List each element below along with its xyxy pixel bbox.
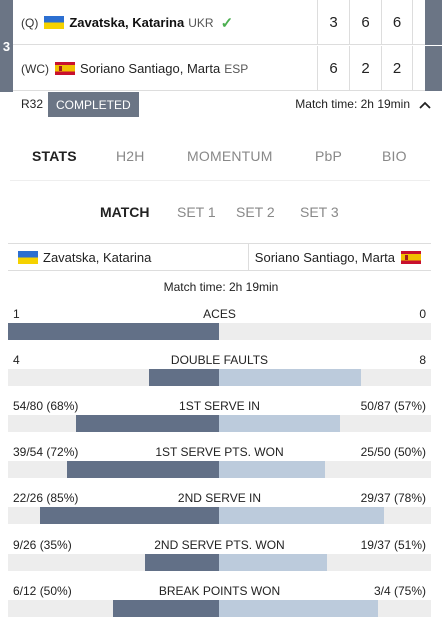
round-code: R32 (21, 97, 44, 111)
player-1-set-1: 3 (317, 0, 349, 45)
stat-row: 9/26 (35%) 2ND SERVE PTS. WON 19/37 (51%) (8, 538, 431, 578)
stat-bar-track (8, 554, 431, 571)
stat-bar-left (8, 323, 219, 340)
stat-right-value: 8 (419, 353, 426, 367)
status-badge: COMPLETED (48, 92, 139, 117)
stat-right-value: 19/37 (51%) (360, 538, 426, 552)
spain-flag-icon (54, 62, 75, 75)
stat-bar-right (219, 369, 361, 386)
player-2-scores: 6 2 2 (317, 46, 413, 91)
stat-bar-track (8, 507, 431, 524)
stat-bar-track (8, 369, 431, 386)
tab-h2h[interactable]: H2H (116, 148, 145, 164)
stat-row: 1 ACES 0 (8, 307, 431, 347)
tab-set-1[interactable]: SET 1 (177, 204, 216, 220)
ukraine-flag-icon (18, 250, 38, 264)
stat-right-value: 29/37 (78%) (360, 491, 426, 505)
spain-flag-icon (401, 250, 421, 264)
match-time: Match time: 2h 19min (295, 97, 410, 111)
tab-pbp[interactable]: PbP (315, 148, 342, 164)
stat-label: DOUBLE FAULTS (170, 353, 269, 367)
stat-bar-right (219, 600, 378, 617)
stat-row: 54/80 (68%) 1ST SERVE IN 50/87 (57%) (8, 399, 431, 439)
left-player-name: Zavatska, Katarina (43, 249, 152, 265)
stat-row: 4 DOUBLE FAULTS 8 (8, 353, 431, 393)
tab-stats[interactable]: STATS (32, 148, 77, 164)
player-1-set-3: 6 (381, 0, 413, 45)
stat-bar-right (219, 461, 325, 478)
tab-momentum[interactable]: MOMENTUM (187, 148, 273, 164)
stat-bar-left (113, 600, 219, 617)
stat-row: 39/54 (72%) 1ST SERVE PTS. WON 25/50 (50%) (8, 445, 431, 485)
stat-bar-left (67, 461, 219, 478)
player-2-set-2: 2 (349, 46, 381, 91)
stat-bar-right (219, 554, 327, 571)
right-player-name: Soriano Santiago, Marta (254, 249, 395, 265)
player-2-set-3: 2 (381, 46, 413, 91)
player-2-name[interactable]: Soriano Santiago, Marta (80, 61, 220, 76)
stat-bar-left (76, 415, 219, 432)
player-row-2[interactable]: (WC) Soriano Santiago, Marta ESP 6 2 2 (13, 46, 442, 91)
player-1-set-2: 6 (349, 0, 381, 45)
stat-bar-track (8, 415, 431, 432)
tab-set-3[interactable]: SET 3 (300, 204, 339, 220)
player-2-seed: (WC) (21, 61, 49, 76)
player-1-name[interactable]: Zavatska, Katarina (69, 15, 184, 30)
round-number: 3 (2, 38, 11, 54)
stat-bar-right (219, 415, 340, 432)
player-1-country: UKR (188, 15, 214, 30)
chevron-up-icon[interactable] (418, 98, 432, 112)
stat-label: BREAK POINTS WON (158, 584, 281, 598)
player-2-country: ESP (224, 61, 249, 76)
stat-label: ACES (203, 307, 236, 321)
stat-right-value: 0 (419, 307, 426, 321)
stats-match-time: Match time: 2h 19min (163, 280, 279, 294)
ukraine-flag-icon (44, 16, 65, 29)
scorecard: 3 (Q) Zavatska, Katarina UKR ✓ 3 6 6 (WC… (0, 0, 442, 92)
stat-bar-track (8, 461, 431, 478)
stat-row: 6/12 (50%) BREAK POINTS WON 3/4 (75%) (8, 584, 431, 624)
score-pad (425, 46, 442, 91)
stat-bar-track (8, 323, 431, 340)
score-pad (425, 0, 442, 45)
stat-right-value: 3/4 (75%) (373, 584, 426, 598)
stat-right-value: 50/87 (57%) (360, 399, 426, 413)
stat-row: 22/26 (85%) 2ND SERVE IN 29/37 (78%) (8, 491, 431, 531)
player-row-1[interactable]: (Q) Zavatska, Katarina UKR ✓ 3 6 6 (13, 0, 442, 45)
player-2-set-1: 6 (317, 46, 349, 91)
round-tab: 3 (0, 0, 13, 92)
tab-divider (10, 180, 430, 181)
checkmark-icon: ✓ (220, 14, 234, 32)
player-1-seed: (Q) (21, 15, 39, 30)
stat-right-value: 25/50 (50%) (360, 445, 426, 459)
stat-bar-right (219, 507, 384, 524)
stat-bar-track (8, 600, 431, 617)
player-1-scores: 3 6 6 (317, 0, 413, 45)
main-tabs: STATS H2H MOMENTUM PbP BIO (10, 148, 430, 178)
stat-bar-left (40, 507, 219, 524)
tab-set-2[interactable]: SET 2 (236, 204, 275, 220)
players-header: Zavatska, Katarina Soriano Santiago, Mar… (8, 243, 431, 271)
tab-bio[interactable]: BIO (382, 148, 407, 164)
header-divider (248, 244, 249, 270)
stat-bar-left (145, 554, 219, 571)
stat-bar-left (149, 369, 219, 386)
tab-match[interactable]: MATCH (100, 204, 150, 220)
match-info-bar: R32 COMPLETED Match time: 2h 19min (13, 92, 442, 118)
set-tabs: MATCH SET 1 SET 2 SET 3 (0, 204, 442, 224)
